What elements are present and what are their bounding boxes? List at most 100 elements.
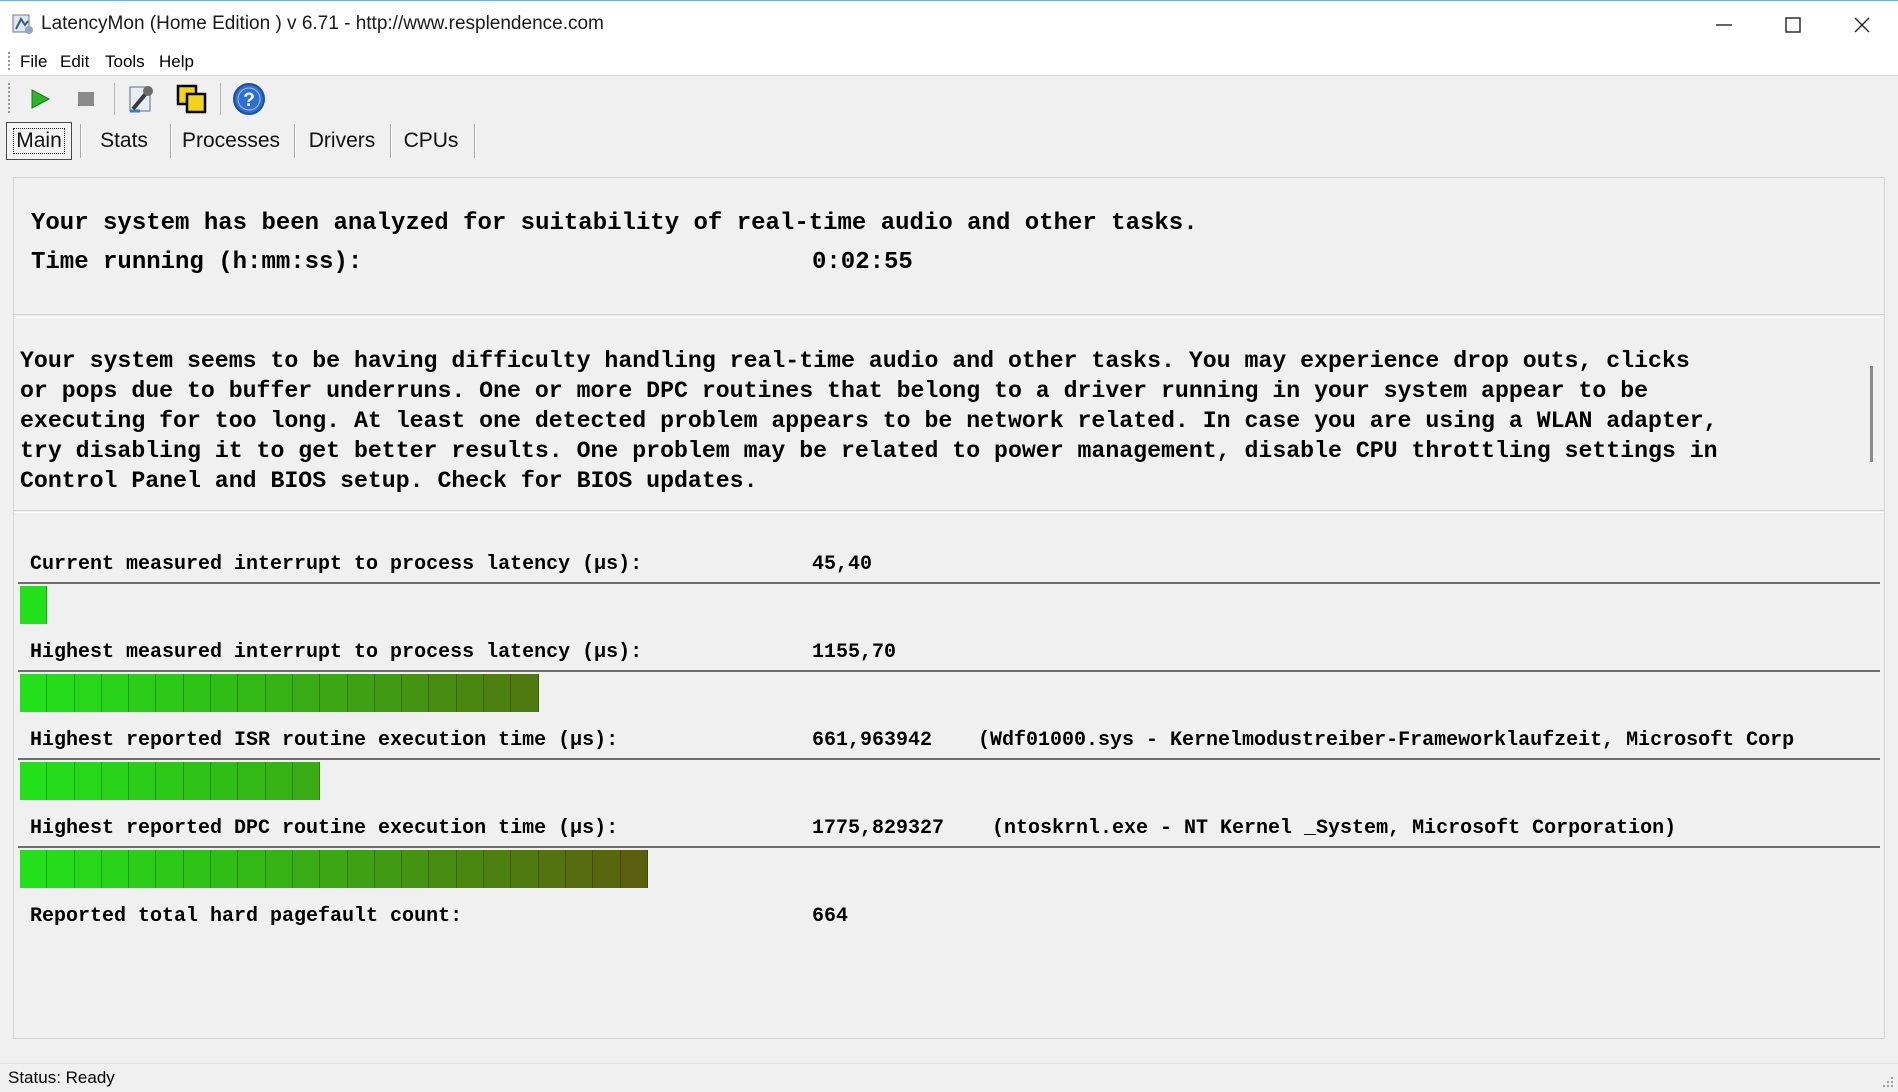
bar-segment bbox=[593, 850, 621, 888]
isr-time-label: Highest reported ISR routine execution t… bbox=[30, 729, 619, 752]
toolbar-grip bbox=[8, 83, 10, 115]
tab-cpus[interactable]: CPUs bbox=[398, 122, 464, 160]
bar-segment bbox=[101, 762, 130, 800]
dpc-time-value: 1775,829327 bbox=[812, 817, 945, 840]
stop-button[interactable] bbox=[68, 81, 104, 117]
bar-segment bbox=[620, 850, 648, 888]
bar-segment bbox=[565, 850, 594, 888]
bar-segment bbox=[129, 762, 157, 800]
bar-segment bbox=[156, 762, 184, 800]
menu-edit[interactable]: Edit bbox=[60, 52, 89, 72]
bar-segment bbox=[347, 850, 375, 888]
bar-segment bbox=[47, 674, 75, 712]
tab-separator bbox=[294, 124, 296, 158]
bar-segment bbox=[292, 674, 321, 712]
bar-segment bbox=[374, 674, 403, 712]
menu-file[interactable]: File bbox=[20, 52, 47, 72]
isr-driver-detail: (Wdf01000.sys - Kernelmodustreiber-Frame… bbox=[978, 729, 1795, 752]
bar-segment bbox=[511, 674, 539, 712]
dpc-time-bar-fill bbox=[20, 850, 648, 888]
conclusion-scrollbar[interactable] bbox=[1870, 366, 1873, 462]
conclusion-line: try disabling it to get better results. … bbox=[20, 438, 1718, 464]
bar-segment bbox=[484, 850, 512, 888]
close-button[interactable] bbox=[1828, 1, 1896, 49]
bar-segment bbox=[74, 762, 102, 800]
bar-segment bbox=[484, 674, 512, 712]
bar-segment bbox=[238, 762, 266, 800]
time-running-value: 0:02:55 bbox=[812, 249, 913, 276]
tab-separator bbox=[170, 124, 172, 158]
toolbar-separator bbox=[220, 83, 221, 115]
bar-segment bbox=[47, 762, 75, 800]
current-latency-bar bbox=[18, 582, 1880, 624]
help-button[interactable]: ? bbox=[231, 81, 267, 117]
menu-tools[interactable]: Tools bbox=[105, 52, 145, 72]
resize-grip-icon[interactable] bbox=[1880, 1074, 1894, 1088]
isr-time-bar-fill bbox=[20, 762, 321, 800]
tab-separator bbox=[474, 124, 476, 158]
driver-info-button[interactable] bbox=[124, 81, 160, 117]
bar-segment bbox=[211, 850, 239, 888]
bar-segment bbox=[74, 850, 102, 888]
tab-stats[interactable]: Stats bbox=[88, 122, 160, 160]
bar-segment bbox=[265, 850, 293, 888]
highest-latency-value: 1155,70 bbox=[812, 641, 897, 664]
current-latency-value: 45,40 bbox=[812, 553, 873, 576]
bar-segment bbox=[429, 674, 457, 712]
bar-segment bbox=[129, 850, 157, 888]
tab-strip: Main Stats Processes Drivers CPUs bbox=[0, 122, 1898, 160]
tab-drivers[interactable]: Drivers bbox=[302, 122, 382, 160]
minimize-button[interactable] bbox=[1690, 1, 1758, 49]
summary-section: Your system has been analyzed for suitab… bbox=[14, 178, 1884, 315]
menu-help[interactable]: Help bbox=[159, 52, 194, 72]
bar-segment bbox=[211, 762, 239, 800]
time-running-label: Time running (h:mm:ss): bbox=[31, 249, 363, 276]
bar-segment bbox=[347, 674, 375, 712]
conclusion-line: executing for too long. At least one det… bbox=[20, 408, 1718, 434]
isr-time-bar bbox=[18, 758, 1880, 800]
bar-segment bbox=[538, 850, 566, 888]
tab-separator bbox=[80, 124, 82, 158]
bar-segment bbox=[183, 762, 212, 800]
wrench-icon bbox=[129, 86, 153, 113]
bar-segment bbox=[402, 674, 430, 712]
dpc-driver-detail: (ntoskrnl.exe - NT Kernel _System, Micro… bbox=[992, 817, 1677, 840]
bar-segment bbox=[101, 850, 130, 888]
conclusion-line: Control Panel and BIOS setup. Check for … bbox=[20, 468, 758, 494]
bar-segment bbox=[74, 674, 102, 712]
pagefault-value: 664 bbox=[812, 905, 849, 928]
conclusion-section[interactable]: Your system seems to be having difficult… bbox=[14, 317, 1884, 511]
bar-segment bbox=[211, 674, 239, 712]
bar-segment bbox=[511, 850, 539, 888]
tab-processes[interactable]: Processes bbox=[178, 122, 284, 160]
app-icon bbox=[12, 14, 33, 34]
bar-segment bbox=[456, 674, 485, 712]
bar-segment bbox=[20, 586, 48, 624]
status-bar: Status: Ready bbox=[0, 1063, 1898, 1092]
start-button[interactable] bbox=[22, 81, 58, 117]
bar-segment bbox=[402, 850, 430, 888]
bar-segment bbox=[429, 850, 457, 888]
bar-segment bbox=[20, 850, 48, 888]
tab-main[interactable]: Main bbox=[6, 122, 72, 160]
highest-latency-bar bbox=[18, 670, 1880, 712]
maximize-button[interactable] bbox=[1759, 1, 1827, 49]
bar-segment bbox=[292, 762, 321, 800]
menu-grip bbox=[8, 52, 10, 72]
highest-latency-label: Highest measured interrupt to process la… bbox=[30, 641, 643, 664]
bar-segment bbox=[320, 674, 348, 712]
isr-time-value: 661,963942 bbox=[812, 729, 933, 752]
bar-segment bbox=[238, 674, 266, 712]
tab-separator bbox=[390, 124, 392, 158]
svg-text:?: ? bbox=[243, 90, 255, 111]
bar-segment bbox=[265, 762, 293, 800]
close-icon bbox=[1854, 17, 1870, 33]
copy-button[interactable] bbox=[174, 81, 210, 117]
conclusion-line: Your system seems to be having difficult… bbox=[20, 348, 1690, 374]
metrics-section: Current measured interrupt to process la… bbox=[14, 512, 1884, 1039]
dpc-time-bar bbox=[18, 846, 1880, 888]
highest-latency-bar-fill bbox=[20, 674, 539, 712]
bar-segment bbox=[374, 850, 403, 888]
bar-segment bbox=[456, 850, 485, 888]
window-title: LatencyMon (Home Edition ) v 6.71 - http… bbox=[41, 13, 604, 34]
